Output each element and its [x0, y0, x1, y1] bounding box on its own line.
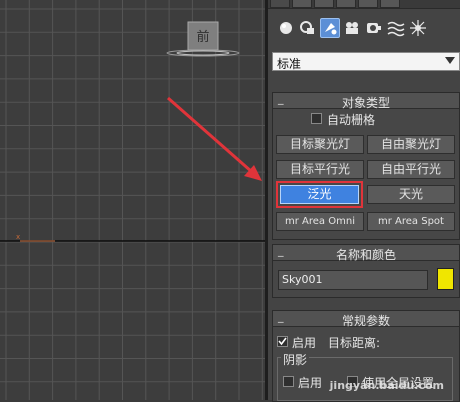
autogrid-label: 自动栅格: [327, 113, 376, 127]
object-name-value: Sky001: [282, 273, 323, 286]
object-type-title: 对象类型: [341, 96, 390, 110]
shadow-enable-checkbox[interactable]: [283, 376, 294, 387]
tab-modify[interactable]: [292, 0, 312, 8]
color-swatch[interactable]: [437, 268, 454, 290]
shadow-enable-label: 启用: [298, 376, 323, 390]
light-enable-label: 启用: [292, 336, 317, 350]
chevron-down-icon: [445, 57, 455, 64]
target-direct-button[interactable]: 目标平行光: [276, 160, 364, 179]
viewport-grid: x 前: [0, 0, 265, 400]
name-color-title: 名称和颜色: [335, 248, 396, 262]
shapes-icon[interactable]: [298, 18, 318, 38]
object-type-rollout: _ 对象类型 自动栅格 目标聚光灯 自由聚光灯 目标平行光 自由平行光 泛光 天…: [272, 92, 460, 240]
viewport-front[interactable]: x 前: [0, 0, 265, 400]
systems-icon[interactable]: [408, 18, 428, 38]
watermark: jingyan.baidu.com: [329, 379, 444, 392]
mr-area-omni-button[interactable]: mr Area Omni: [276, 212, 364, 231]
free-spot-button[interactable]: 自由聚光灯: [367, 135, 455, 154]
annotation-arrow: [167, 96, 262, 181]
x-axis-label: x: [16, 233, 20, 241]
target-distance-label: 目标距离:: [328, 336, 381, 350]
object-type-rollout-header[interactable]: _ 对象类型: [273, 92, 459, 110]
mr-area-spot-button[interactable]: mr Area Spot: [367, 212, 455, 231]
object-name-input[interactable]: Sky001: [278, 270, 428, 290]
geometry-icon[interactable]: [276, 18, 296, 38]
category-dropdown-value: 标准: [277, 57, 302, 71]
tab-display[interactable]: [358, 0, 378, 8]
general-params-title: 常规参数: [341, 314, 390, 328]
cameras-icon[interactable]: [342, 18, 362, 38]
viewport-label: 前: [196, 29, 209, 45]
shadow-group-label: 阴影: [281, 351, 310, 368]
category-dropdown[interactable]: 标准: [272, 52, 460, 71]
space-warps-icon[interactable]: [386, 18, 406, 38]
tab-motion[interactable]: [336, 0, 356, 8]
light-enable-checkbox[interactable]: [277, 336, 288, 347]
skylight-button[interactable]: 天光: [367, 185, 455, 204]
name-color-rollout-header[interactable]: _ 名称和颜色: [273, 244, 459, 262]
object-category-toolbar: [276, 18, 460, 40]
tab-create[interactable]: [270, 0, 290, 8]
lights-icon[interactable]: [320, 18, 340, 38]
helpers-icon[interactable]: [364, 18, 384, 38]
tab-utilities[interactable]: [380, 0, 400, 8]
command-panel: 标准 _ 对象类型 自动栅格 目标聚光灯 自由聚光灯 目标平行光 自由平行光 泛…: [268, 0, 460, 402]
highlight-box: [276, 181, 363, 208]
general-params-rollout-header[interactable]: _ 常规参数: [273, 310, 459, 328]
autogrid-checkbox[interactable]: [311, 113, 322, 124]
panel-tabs: [268, 0, 460, 9]
target-spot-button[interactable]: 目标聚光灯: [276, 135, 364, 154]
light-gizmo[interactable]: 前: [166, 21, 240, 57]
free-direct-button[interactable]: 自由平行光: [367, 160, 455, 179]
tab-hierarchy[interactable]: [314, 0, 334, 8]
